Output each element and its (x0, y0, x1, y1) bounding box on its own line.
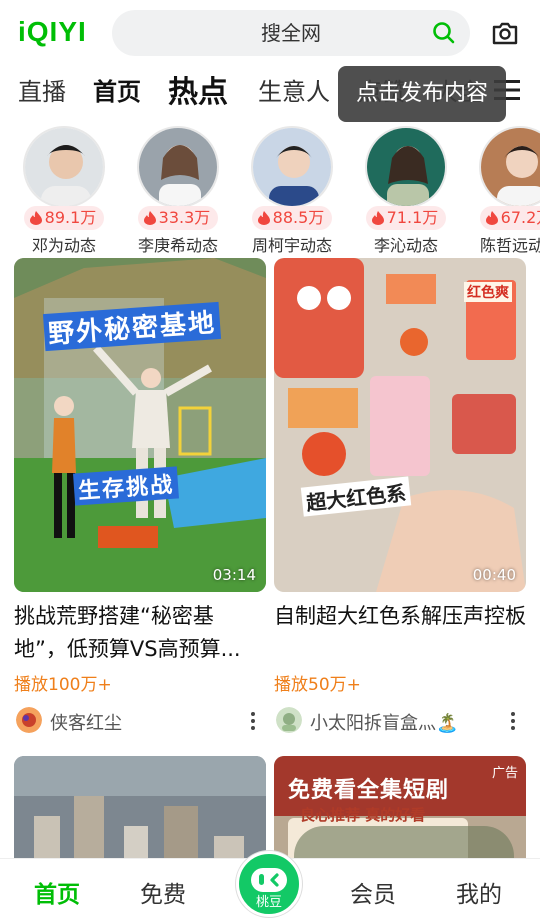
avatar (23, 126, 105, 208)
nav-mine[interactable]: 我的 (456, 875, 502, 909)
video-thumbnail[interactable]: 野外秘密基地 生存挑战 03:14 (14, 258, 266, 592)
star-item[interactable]: 33.3万 李庚希动态 (125, 126, 231, 256)
author-avatar[interactable] (276, 707, 302, 733)
heat-value: 71.1万 (386, 208, 439, 227)
tab-home[interactable]: 首页 (93, 72, 141, 107)
fire-icon (143, 211, 156, 225)
bottom-nav: 首页 免费 桃豆 会员 我的 (0, 851, 540, 924)
video-title[interactable]: 挑战荒野搭建“秘密基地”，低预算VS高预算... (14, 600, 266, 666)
search-icon[interactable] (432, 21, 456, 45)
star-name: 周柯宇动态 (251, 236, 332, 255)
heat-badge: 71.1万 (365, 206, 447, 230)
author-row[interactable]: 侠客红尘 (14, 705, 266, 737)
ad-label[interactable]: 广告 (492, 762, 518, 781)
video-card[interactable]: 红色爽 超大红色系 00:40 自制超大红色系解压声控板 播放50万+ 小太阳拆… (274, 258, 526, 737)
play-count: 播放100万+ (14, 675, 112, 695)
star-item[interactable]: 88.5万 周柯宇动态 (239, 126, 345, 256)
heat-value: 67.2万 (500, 208, 540, 227)
heat-badge: 67.2万 (479, 206, 540, 230)
search-placeholder: 搜全网 (261, 21, 321, 45)
publish-tooltip[interactable]: 点击发布内容 (338, 66, 506, 122)
avatar (251, 126, 333, 208)
author-name[interactable]: 小太阳拆盲盒灬🏝️ (310, 709, 458, 735)
nav-free[interactable]: 免费 (140, 875, 186, 909)
taodou-label: 桃豆 (255, 895, 282, 910)
star-name: 李庚希动态 (137, 236, 218, 255)
heat-badge: 33.3万 (137, 206, 219, 230)
fire-icon (29, 211, 42, 225)
ad-headline: 免费看全集短剧 (288, 778, 450, 803)
app-logo[interactable]: iQIYI (18, 16, 87, 48)
more-options-icon[interactable] (250, 711, 256, 731)
fire-icon (371, 211, 384, 225)
tab-live[interactable]: 直播 (18, 72, 66, 107)
video-duration: 03:14 (212, 566, 256, 584)
avatar (365, 126, 447, 208)
taodou-button[interactable]: 桃豆 (236, 851, 302, 917)
top-bar: iQIYI 搜全网 (0, 8, 540, 58)
author-name[interactable]: 侠客红尘 (50, 709, 122, 735)
video-title[interactable]: 自制超大红色系解压声控板 (274, 600, 526, 666)
star-name: 邓为动态 (31, 236, 96, 255)
avatar (479, 126, 540, 208)
star-item[interactable]: 89.1万 邓为动态 (11, 126, 117, 256)
nav-vip[interactable]: 会员 (350, 875, 396, 909)
avatar (137, 126, 219, 208)
nav-home[interactable]: 首页 (34, 875, 80, 909)
heat-value: 89.1万 (44, 208, 97, 227)
star-item[interactable]: 67.2万 陈哲远动态 (467, 126, 540, 256)
author-avatar[interactable] (16, 707, 42, 733)
package-label: 红色爽 (464, 282, 512, 302)
star-updates-row: 89.1万 邓为动态 33.3万 李庚希动态 88.5万 周柯宇动态 71.1万… (0, 126, 540, 255)
star-name: 李沁动态 (373, 236, 438, 255)
play-count: 播放50万+ (274, 675, 361, 695)
author-row[interactable]: 小太阳拆盲盒灬🏝️ (274, 705, 526, 737)
star-item[interactable]: 71.1万 李沁动态 (353, 126, 459, 256)
star-name: 陈哲远动态 (479, 236, 540, 255)
thumbnail-image (274, 258, 526, 592)
ad-subline: 良心推荐 真的好看 (300, 806, 426, 824)
tab-business[interactable]: 生意人 (258, 72, 330, 107)
video-card[interactable]: 野外秘密基地 生存挑战 03:14 挑战荒野搭建“秘密基地”，低预算VS高预算.… (14, 258, 266, 737)
more-options-icon[interactable] (510, 711, 516, 731)
tab-hot[interactable]: 热点 (168, 67, 228, 111)
heat-value: 88.5万 (272, 208, 325, 227)
camera-icon[interactable] (490, 18, 520, 48)
search-bar[interactable]: 搜全网 (112, 10, 470, 56)
fire-icon (257, 211, 270, 225)
heat-badge: 88.5万 (251, 206, 333, 230)
fire-icon (485, 211, 498, 225)
video-duration: 00:40 (472, 566, 516, 584)
video-thumbnail[interactable]: 红色爽 超大红色系 00:40 (274, 258, 526, 592)
heat-badge: 89.1万 (23, 206, 105, 230)
app-page: iQIYI 搜全网 直播 首页 热点 生意人 点赞 大全 点击发布内容 (0, 0, 540, 924)
heat-value: 33.3万 (158, 208, 211, 227)
